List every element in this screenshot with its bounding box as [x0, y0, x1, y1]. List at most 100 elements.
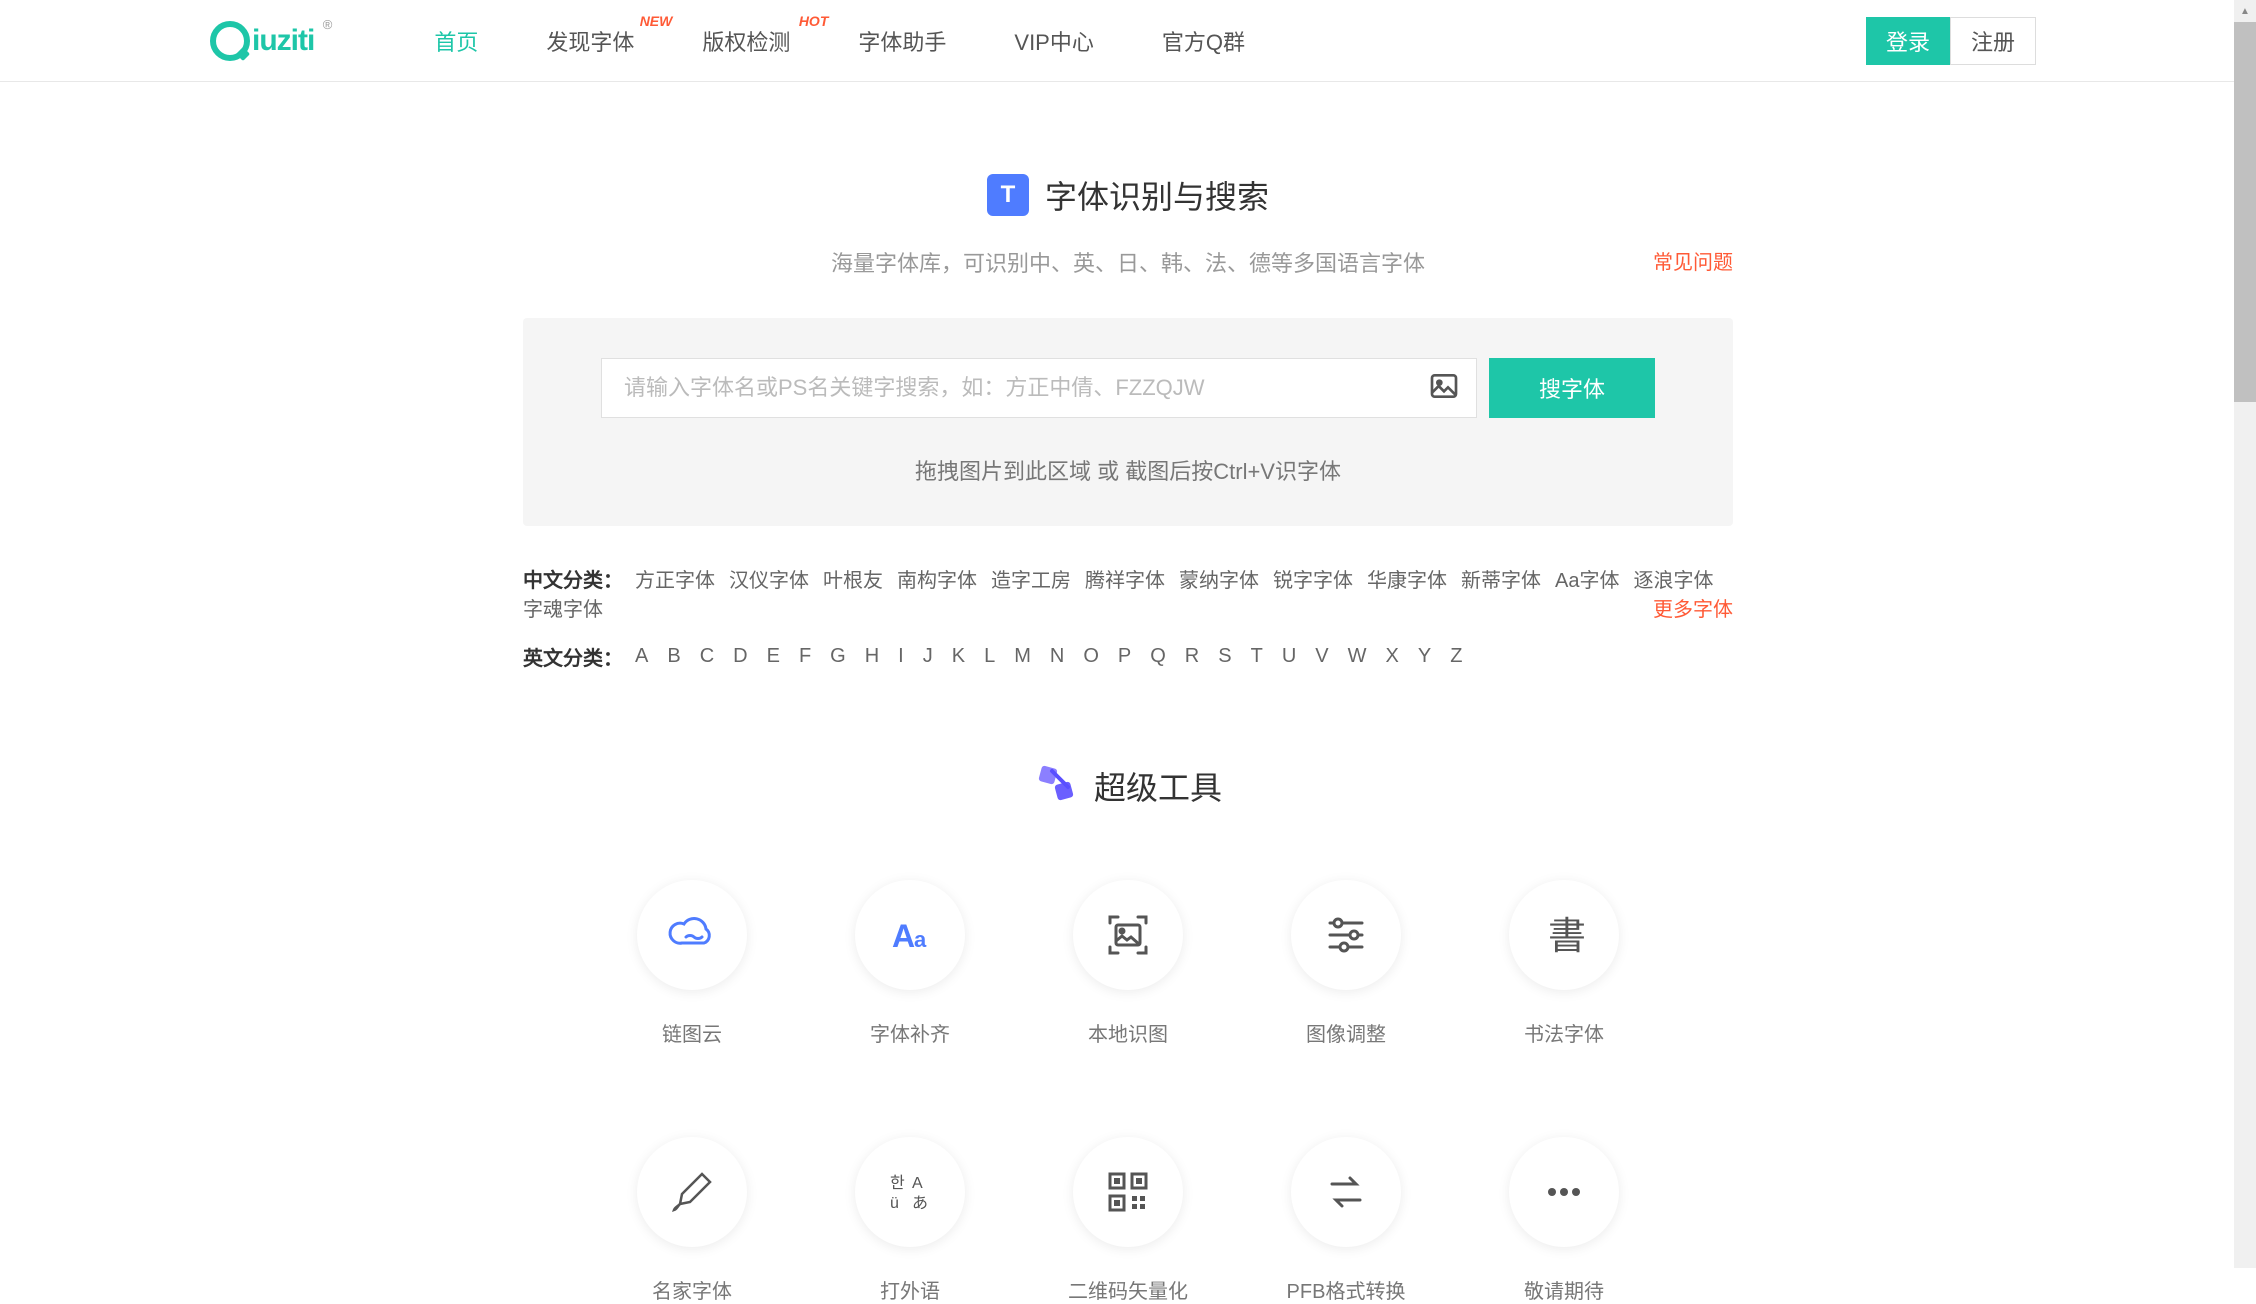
cat-en-U[interactable]: U — [1282, 645, 1296, 668]
svg-text:ü: ü — [890, 1195, 899, 1212]
search-input[interactable] — [624, 359, 1428, 417]
cat-en-D[interactable]: D — [733, 645, 747, 668]
nav-qq[interactable]: 官方Q群 — [1162, 25, 1245, 57]
cat-zh-2[interactable]: 叶根友 — [823, 564, 883, 593]
cat-zh-11[interactable]: 逐浪字体 — [1633, 564, 1713, 593]
tool-label: PFB格式转换 — [1287, 1275, 1406, 1304]
tool-pfb-convert[interactable]: PFB格式转换 — [1287, 1137, 1406, 1304]
cat-zh-12[interactable]: 字魂字体 — [523, 593, 603, 622]
cat-zh-3[interactable]: 南构字体 — [897, 564, 977, 593]
tool-label: 本地识图 — [1088, 1018, 1168, 1047]
cat-en-E[interactable]: E — [767, 645, 780, 668]
auth-buttons: 登录 注册 — [1866, 17, 2036, 65]
qr-icon — [1073, 1137, 1183, 1247]
scan-icon — [1073, 880, 1183, 990]
tool-foreign-lang[interactable]: 한 A ü あ 打外语 — [855, 1137, 965, 1304]
cat-en-F[interactable]: F — [799, 645, 811, 668]
logo[interactable]: iuziti ® — [210, 21, 314, 61]
tool-coming-soon[interactable]: 敬请期待 — [1509, 1137, 1619, 1304]
cat-en-Z[interactable]: Z — [1450, 645, 1462, 668]
cat-zh-5[interactable]: 腾祥字体 — [1085, 564, 1165, 593]
cat-en-W[interactable]: W — [1348, 645, 1367, 668]
cat-en-X[interactable]: X — [1386, 645, 1399, 668]
badge-hot: HOT — [799, 13, 829, 29]
tool-famous-fonts[interactable]: 名家字体 — [637, 1137, 747, 1304]
svg-text:a: a — [914, 927, 927, 952]
tools-section: 超级工具 链图云 A a 字体补齐 — [523, 761, 1733, 1304]
hero-subtitle-row: 海量字体库，可识别中、英、日、韩、法、德等多国语言字体 常见问题 — [523, 246, 1733, 278]
main-nav: 首页 发现字体 NEW 版权检测 HOT 字体助手 VIP中心 官方Q群 — [434, 25, 1866, 57]
more-fonts-link[interactable]: 更多字体 — [1653, 593, 1733, 622]
scrollbar[interactable]: ▲ — [2234, 0, 2256, 1268]
tool-qr-vector[interactable]: 二维码矢量化 — [1068, 1137, 1188, 1304]
svg-text:한: 한 — [890, 1174, 905, 1192]
faq-link[interactable]: 常见问题 — [1653, 246, 1733, 275]
convert-icon — [1291, 1137, 1401, 1247]
nav-copyright-label: 版权检测 — [702, 30, 790, 55]
tool-cloud[interactable]: 链图云 — [637, 880, 747, 1047]
cat-en-Y[interactable]: Y — [1418, 645, 1431, 668]
cat-en-M[interactable]: M — [1014, 645, 1031, 668]
cat-en-O[interactable]: O — [1083, 645, 1099, 668]
svg-text:A: A — [912, 1175, 923, 1192]
cat-en-P[interactable]: P — [1118, 645, 1131, 668]
search-button[interactable]: 搜字体 — [1489, 358, 1655, 418]
cat-zh-4[interactable]: 造字工房 — [991, 564, 1071, 593]
cat-zh-9[interactable]: 新蒂字体 — [1461, 564, 1541, 593]
cat-en-Q[interactable]: Q — [1150, 645, 1166, 668]
brush-icon — [637, 1137, 747, 1247]
cat-zh-7[interactable]: 锐字字体 — [1273, 564, 1353, 593]
search-box: 搜字体 拖拽图片到此区域 或 截图后按Ctrl+V识字体 — [523, 318, 1733, 526]
logo-trademark: ® — [323, 17, 333, 32]
main-content: T 字体识别与搜索 海量字体库，可识别中、英、日、韩、法、德等多国语言字体 常见… — [523, 82, 1733, 1304]
search-input-wrap — [601, 358, 1477, 418]
nav-discover[interactable]: 发现字体 NEW — [546, 25, 634, 57]
scrollbar-up-arrow[interactable]: ▲ — [2234, 0, 2256, 22]
nav-vip[interactable]: VIP中心 — [1014, 25, 1093, 57]
svg-text:A: A — [892, 918, 915, 954]
image-upload-icon[interactable] — [1428, 370, 1460, 407]
nav-helper[interactable]: 字体助手 — [858, 25, 946, 57]
cat-zh-8[interactable]: 华康字体 — [1367, 564, 1447, 593]
hero-subtitle: 海量字体库，可识别中、英、日、韩、法、德等多国语言字体 — [831, 251, 1425, 276]
cat-en-L[interactable]: L — [984, 645, 995, 668]
cat-zh-6[interactable]: 蒙纳字体 — [1179, 564, 1259, 593]
cat-en-C[interactable]: C — [700, 645, 714, 668]
logo-q-icon — [210, 21, 250, 61]
tool-label: 敬请期待 — [1524, 1275, 1604, 1304]
cat-en-N[interactable]: N — [1050, 645, 1064, 668]
english-category-row: 英文分类： A B C D E F G H I J K L M N O P Q … — [523, 642, 1733, 671]
cat-en-R[interactable]: R — [1185, 645, 1199, 668]
cat-en-H[interactable]: H — [865, 645, 879, 668]
cat-en-I[interactable]: I — [898, 645, 904, 668]
cat-en-J[interactable]: J — [923, 645, 933, 668]
cat-zh-10[interactable]: Aa字体 — [1555, 564, 1619, 593]
tools-title-text: 超级工具 — [1094, 763, 1222, 809]
tool-font-complete[interactable]: A a 字体补齐 — [855, 880, 965, 1047]
cat-en-S[interactable]: S — [1218, 645, 1231, 668]
tool-label: 书法字体 — [1524, 1018, 1604, 1047]
tool-label: 链图云 — [662, 1018, 722, 1047]
tool-image-adjust[interactable]: 图像调整 — [1291, 880, 1401, 1047]
tool-local-scan[interactable]: 本地识图 — [1073, 880, 1183, 1047]
logo-text: iuziti — [252, 24, 314, 58]
header: iuziti ® 首页 发现字体 NEW 版权检测 HOT 字体助手 VIP中心… — [0, 0, 2256, 82]
register-button[interactable]: 注册 — [1950, 17, 2036, 65]
nav-home[interactable]: 首页 — [434, 25, 478, 57]
cat-zh-1[interactable]: 汉仪字体 — [729, 564, 809, 593]
cat-en-B[interactable]: B — [667, 645, 680, 668]
hero-title: T 字体识别与搜索 — [523, 172, 1733, 218]
cat-en-T[interactable]: T — [1251, 645, 1263, 668]
cat-en-K[interactable]: K — [952, 645, 965, 668]
nav-copyright[interactable]: 版权检测 HOT — [702, 25, 790, 57]
scrollbar-thumb[interactable] — [2234, 22, 2256, 402]
tool-calligraphy[interactable]: 書 书法字体 — [1509, 880, 1619, 1047]
badge-new: NEW — [640, 13, 673, 29]
login-button[interactable]: 登录 — [1866, 17, 1950, 65]
cat-en-A[interactable]: A — [635, 645, 648, 668]
cat-zh-0[interactable]: 方正字体 — [635, 564, 715, 593]
font-t-icon: T — [987, 174, 1029, 216]
cat-en-G[interactable]: G — [830, 645, 846, 668]
cat-en-V[interactable]: V — [1315, 645, 1328, 668]
tools-title: 超级工具 — [523, 761, 1733, 810]
